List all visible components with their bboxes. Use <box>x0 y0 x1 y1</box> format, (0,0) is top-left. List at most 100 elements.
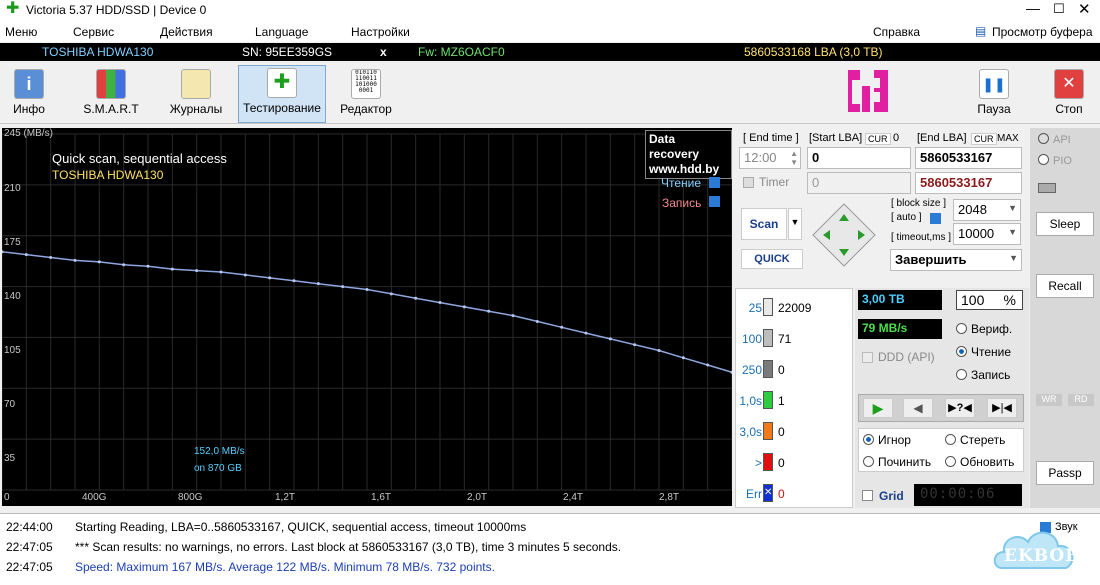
finish-action-select[interactable]: Завершить ▼ <box>890 249 1022 271</box>
stat-count: 0 <box>778 425 785 439</box>
direction-pad[interactable] <box>811 202 877 268</box>
data-point <box>24 253 28 257</box>
x-tick: 1,6T <box>371 492 392 503</box>
data-point <box>365 287 369 291</box>
graph-read-checkbox[interactable] <box>709 177 720 188</box>
rewind-button[interactable]: ◀ <box>903 398 933 418</box>
data-point <box>2 250 4 254</box>
step-unknown-button[interactable]: ▶?◀ <box>945 398 975 418</box>
repair-radio[interactable] <box>863 456 874 467</box>
menu-item-service[interactable]: Сервис <box>73 25 114 39</box>
stat-row: 3,0s 0 <box>736 421 854 443</box>
end-lba-field[interactable]: 5860533167 <box>915 147 1022 169</box>
data-point <box>170 267 174 271</box>
quick-button[interactable]: QUICK <box>741 249 803 269</box>
y-tick: 105 <box>4 345 21 356</box>
auto-checkbox[interactable] <box>930 213 941 224</box>
data-point <box>584 331 588 335</box>
write-radio[interactable] <box>956 369 967 380</box>
close-window-button[interactable]: ✕ <box>1078 0 1091 18</box>
testing-icon: ✚ <box>267 68 297 98</box>
pause-button[interactable]: ❚❚ Пауза <box>970 67 1018 123</box>
drive-info-bar: TOSHIBA HDWA130 SN: 95EE359GS x Fw: MZ6O… <box>0 43 1100 61</box>
stat-row: 1,0s 1 <box>736 390 854 412</box>
data-point <box>316 282 320 286</box>
stat-color-box: ✕ <box>763 484 773 502</box>
minimize-button[interactable]: — <box>1026 0 1040 16</box>
start-cur-label: CUR <box>865 133 891 145</box>
ignore-radio[interactable] <box>863 434 874 445</box>
menu-item-settings[interactable]: Настройки <box>351 25 410 39</box>
speed-display: 79 MB/s <box>858 319 942 339</box>
playback-controls: ▶ ◀ ▶?◀ ▶|◀ <box>858 394 1024 422</box>
data-point <box>608 337 612 341</box>
stat-row: 100 71 <box>736 328 854 350</box>
scan-dropdown-button[interactable]: ▼ <box>788 208 802 240</box>
info-button[interactable]: i Инфо <box>4 67 54 123</box>
time-spin-icon[interactable]: ▲ ▼ <box>790 149 798 167</box>
logs-button[interactable]: Журналы <box>164 67 228 123</box>
api-radio[interactable] <box>1038 133 1049 144</box>
data-point <box>657 349 661 353</box>
block-size-select[interactable]: 2048 ▼ <box>953 199 1021 221</box>
maximize-button[interactable]: ☐ <box>1053 1 1065 17</box>
stat-label: > <box>754 456 762 470</box>
jump-end-button[interactable]: ▶|◀ <box>987 398 1017 418</box>
graph-write-checkbox[interactable] <box>709 196 720 207</box>
stat-count: 0 <box>778 487 785 501</box>
menu-item-actions[interactable]: Действия <box>160 25 213 39</box>
smart-button[interactable]: S.M.A.R.T <box>78 67 144 123</box>
menu-item-menu[interactable]: Меню <box>5 25 37 39</box>
stop-button[interactable]: ✕ Стоп <box>1044 67 1094 123</box>
pio-radio[interactable] <box>1038 154 1049 165</box>
editor-button[interactable]: 010110 110011 101000 0001 Редактор <box>336 67 396 123</box>
drive-model: TOSHIBA HDWA130 <box>42 45 154 59</box>
testing-button[interactable]: ✚ Тестирование <box>238 65 326 123</box>
passport-button[interactable]: Passp <box>1036 461 1094 485</box>
end-time-label: [ End time ] <box>743 132 799 144</box>
menu-item-help[interactable]: Справка <box>873 25 920 39</box>
grid-checkbox[interactable] <box>862 490 873 501</box>
data-point <box>560 325 564 329</box>
data-recovery-watermark: Data recovery www.hdd.by <box>645 130 732 179</box>
data-point <box>146 264 150 268</box>
timeout-select[interactable]: 10000 ▼ <box>953 223 1021 245</box>
refresh-radio[interactable] <box>945 456 956 467</box>
close-drive-button[interactable]: x <box>380 45 387 59</box>
pio-radio-group: PIO <box>1038 154 1072 167</box>
side-panel: API PIO Sleep Recall WR RD Passp <box>1030 128 1100 508</box>
end-time-field[interactable]: 12:00 ▲ ▼ <box>739 147 801 169</box>
data-point <box>389 292 393 296</box>
erase-radio[interactable] <box>945 434 956 445</box>
sleep-button[interactable]: Sleep <box>1036 212 1094 236</box>
clipboard-icon[interactable]: ▤ <box>975 24 986 38</box>
timer-checkbox[interactable] <box>743 177 754 188</box>
erase-label: Стереть <box>960 433 1006 447</box>
stat-count: 1 <box>778 394 785 408</box>
end-lba-current-field[interactable]: 5860533167 <box>915 172 1022 194</box>
api-radio-group: API <box>1038 133 1071 146</box>
verify-label: Вериф. <box>971 322 1013 336</box>
read-radio[interactable] <box>956 346 967 357</box>
y-tick: 70 <box>4 399 16 410</box>
recall-button[interactable]: Recall <box>1036 274 1094 298</box>
stat-color-box <box>763 422 773 440</box>
start-lba-field[interactable]: 0 <box>807 147 911 169</box>
clipboard-view-button[interactable]: Просмотр буфера <box>992 25 1093 39</box>
stat-row: 250 0 <box>736 359 854 381</box>
play-button[interactable]: ▶ <box>863 398 893 418</box>
menu-item-language[interactable]: Language <box>255 25 308 39</box>
verify-radio[interactable] <box>956 323 967 334</box>
grid-label: Grid <box>879 489 904 503</box>
toolbar: i Инфо S.M.A.R.T Журналы ✚ Тестирование … <box>0 61 1100 124</box>
stat-color-box <box>763 329 773 347</box>
timer-value-field[interactable]: 0 <box>807 172 911 194</box>
x-tick: 1,2T <box>275 492 296 503</box>
ekbob-badge: EKBOB <box>990 522 1080 582</box>
stop-icon: ✕ <box>1054 69 1084 99</box>
stat-color-box <box>763 360 773 378</box>
data-point <box>122 263 126 267</box>
stat-row: Err ✕ 0 <box>736 483 854 505</box>
scan-button[interactable]: Scan <box>741 208 787 240</box>
ddd-checkbox[interactable] <box>862 352 873 363</box>
